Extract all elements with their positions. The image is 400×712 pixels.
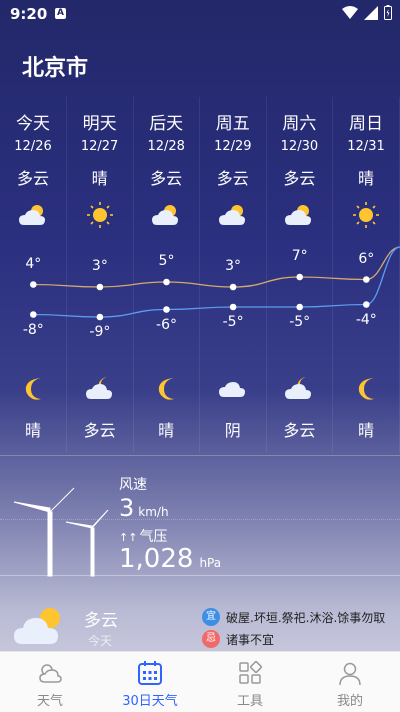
wind-label: 风速 [119, 477, 147, 493]
almanac: 宜破屋.坏垣.祭祀.沐浴.馀事勿取 忌诸事不宜 [202, 606, 385, 650]
forecast-date: 12/28 [147, 139, 185, 154]
forecast-day-condition: 多云 [150, 169, 183, 188]
calendar-tab-icon [138, 661, 162, 685]
partly-cloudy-night-icon [85, 377, 112, 399]
yi-badge: 宜 [202, 608, 220, 626]
profile-tab-icon [339, 662, 361, 686]
today-summary[interactable]: 多云 今天 宜破屋.坏垣.祭祀.沐浴.馀事勿取 忌诸事不宜 [0, 575, 400, 652]
notification-icon: A [55, 8, 66, 19]
forecast-day-name: 周六 [282, 114, 317, 134]
forecast-day-condition: 多云 [16, 169, 49, 188]
forecast-date: 12/30 [280, 139, 319, 154]
low-temp-label: -9° [89, 324, 111, 340]
forecast-date: 12/29 [214, 139, 252, 154]
pressure-value: 1,028 hPa [119, 544, 222, 574]
ji-badge: 忌 [202, 630, 220, 648]
forecast-date: 12/26 [14, 139, 52, 154]
low-temp-label: -8° [22, 321, 44, 338]
moon-icon [159, 378, 175, 400]
battery-icon [384, 5, 392, 20]
forecast-day-condition: 晴 [357, 169, 374, 188]
pressure-unit: hPa [199, 556, 222, 570]
partly-cloudy-night-icon [285, 377, 312, 399]
forecast-night-condition: 晴 [24, 421, 41, 440]
sun-icon [353, 202, 379, 228]
yi-text: 破屋.坏垣.祭祀.沐浴.馀事勿取 [226, 610, 386, 625]
low-temp-label: -6° [156, 316, 177, 333]
today-condition: 多云 [84, 611, 118, 631]
weather-tab-icon [39, 664, 62, 683]
tab-tools-label: 工具 [236, 694, 263, 709]
forecast-day[interactable]: 明天 12/27 晴多云 [67, 97, 134, 453]
partly-cloudy-day-icon [218, 205, 245, 225]
wind-value: 3 km/h [119, 494, 169, 522]
cloud-icon [218, 382, 245, 397]
system-icons [342, 5, 392, 20]
forecast-day[interactable]: 周六 12/30 多云 多云 [266, 97, 334, 453]
forecast-day-name: 今天 [16, 114, 50, 134]
moon-icon [358, 378, 374, 400]
forecast-night-condition: 多云 [83, 421, 116, 440]
forecast-night-condition: 晴 [357, 421, 374, 440]
forecast-day[interactable]: 今天 12/26 多云晴 [0, 97, 67, 453]
forecast-date: 12/27 [80, 139, 119, 154]
sun-icon [86, 202, 113, 228]
high-temp-label: 6° [358, 250, 375, 267]
high-temp-label: 3° [91, 258, 108, 274]
ji-text: 诸事不宜 [226, 632, 275, 647]
moon-icon [25, 378, 41, 400]
city-title[interactable]: 北京市 [22, 50, 88, 82]
forecast-day-name: 明天 [82, 114, 117, 134]
forecast-day-condition: 多云 [283, 169, 316, 188]
high-temp-label: 4° [25, 255, 42, 272]
bottom-tab-bar: 天气 30日天气 工具 我的 [0, 651, 400, 712]
tab-profile[interactable]: 我的 [300, 652, 400, 712]
status-bar: 9:20 A [0, 0, 400, 28]
forecast-day-name: 周日 [349, 114, 383, 134]
forecast-night-condition: 晴 [158, 421, 175, 440]
divider [0, 519, 400, 520]
pressure-label: ↑↑ 气压 [119, 529, 168, 545]
forecast-day-condition: 多云 [216, 169, 249, 188]
forecast-night-condition: 阴 [224, 421, 241, 440]
partly-cloudy-day-icon [152, 205, 179, 225]
tab-profile-label: 我的 [336, 694, 363, 709]
low-temp-label: -5° [289, 314, 311, 330]
forecast-night-condition: 多云 [283, 421, 316, 440]
forecast-day[interactable]: 周日 12/31 晴晴 [333, 97, 400, 453]
cloudy-sun-icon [14, 608, 60, 644]
pressure-arrows-icon: ↑↑ [119, 531, 138, 544]
tab-30-day-weather[interactable]: 30日天气 [100, 652, 200, 712]
forecast-grid: 今天 12/26 多云晴明天 12/27 晴多云 后天 12/28 多云晴周五 12/29 多云阴… [0, 97, 400, 453]
high-temp-label: 3° [225, 258, 242, 274]
forecast-day-name: 周五 [215, 114, 250, 134]
partly-cloudy-day-icon [285, 205, 312, 225]
forecast-day-condition: 晴 [91, 169, 108, 188]
forecast-day[interactable]: 后天 12/28 多云晴 [133, 97, 201, 453]
high-temp-label: 5° [158, 253, 175, 269]
tab-tools[interactable]: 工具 [200, 652, 300, 712]
forecast-day-name: 后天 [149, 114, 184, 134]
wind-unit: km/h [138, 505, 169, 519]
forecast-day[interactable]: 周五 12/29 多云阴 [200, 97, 267, 453]
forecast-date: 12/31 [347, 139, 385, 154]
tab-weather[interactable]: 天气 [0, 652, 100, 712]
tab-30-day-label: 30日天气 [122, 694, 178, 709]
tab-weather-label: 天气 [36, 694, 63, 709]
status-time: 9:20 [10, 5, 48, 23]
tools-tab-icon [239, 661, 262, 684]
wind-pressure-panel: 风速 3 km/h ↑↑ 气压 1,028 hPa [0, 455, 400, 577]
low-temp-label: -4° [355, 311, 377, 328]
wifi-icon [342, 5, 358, 19]
signal-icon [364, 5, 378, 20]
low-temp-label: -5° [222, 314, 244, 330]
today-label: 今天 [88, 634, 113, 648]
high-temp-label: 7° [291, 248, 308, 264]
wind-turbine-icon [13, 487, 109, 577]
partly-cloudy-day-icon [19, 205, 45, 225]
